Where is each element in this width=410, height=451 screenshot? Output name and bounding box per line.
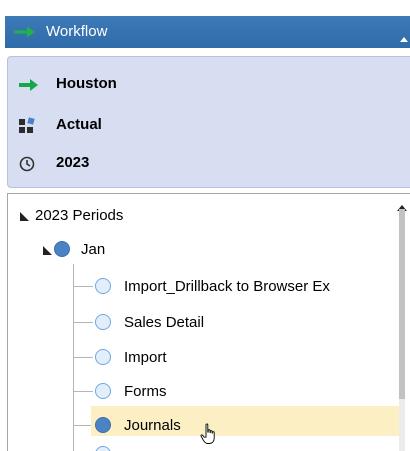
tree-step-node[interactable]: Import xyxy=(93,344,393,370)
tree-step-label: Forms xyxy=(124,383,167,400)
pov-scenario-label: Actual xyxy=(56,116,102,133)
tree-connector xyxy=(73,357,93,358)
tree-step-node-selected[interactable]: Journals xyxy=(93,412,393,438)
workflow-title: Workflow xyxy=(46,23,108,40)
status-filled-icon xyxy=(54,241,70,257)
collapse-arrow-icon[interactable] xyxy=(400,29,408,47)
pov-entity[interactable]: Houston xyxy=(8,73,208,97)
tree-period-node[interactable]: Jan xyxy=(8,236,308,262)
pov-panel: Houston Actual 2023 xyxy=(7,56,410,188)
tree-period-label: Jan xyxy=(81,241,106,258)
tree-step-node[interactable]: Import_Drillback to Browser Ex xyxy=(93,273,393,299)
hand-pointer-cursor-icon xyxy=(200,423,218,450)
tree-connector xyxy=(73,425,93,426)
pov-entity-label: Houston xyxy=(56,75,117,92)
expanded-triangle-icon[interactable] xyxy=(20,212,29,221)
status-empty-icon xyxy=(95,314,111,330)
green-arrow-icon xyxy=(13,25,37,44)
tree-connector xyxy=(73,391,93,392)
status-empty-icon xyxy=(95,278,111,294)
pov-time-label: 2023 xyxy=(56,154,90,171)
status-filled-icon xyxy=(95,417,111,433)
pov-time[interactable]: 2023 xyxy=(8,152,208,176)
tree-step-node[interactable]: Forms xyxy=(93,378,393,404)
workflow-tree: 2023 Periods Jan Import_Drillback to Bro… xyxy=(7,193,410,451)
tree-step-label: Journals xyxy=(124,417,181,434)
status-empty-icon xyxy=(95,349,111,365)
tree-connector xyxy=(73,322,93,323)
tree-step-node[interactable]: Sales Detail xyxy=(93,309,393,335)
workflow-header[interactable]: Workflow xyxy=(5,16,410,48)
scenario-blocks-icon xyxy=(18,117,36,135)
status-empty-icon xyxy=(95,383,111,399)
scrollbar-thumb[interactable] xyxy=(399,209,405,399)
status-empty-icon xyxy=(95,446,111,451)
green-arrow-icon xyxy=(18,76,38,94)
tree-step-label: Import_Drillback to Browser Ex xyxy=(124,278,330,295)
pov-scenario[interactable]: Actual xyxy=(8,114,208,138)
expanded-triangle-icon[interactable] xyxy=(43,246,52,255)
tree-step-label: Sales Detail xyxy=(124,314,205,331)
tree-root-node[interactable]: 2023 Periods xyxy=(8,202,308,228)
tree-step-label: Import xyxy=(124,349,167,366)
tree-root-label: 2023 Periods xyxy=(35,207,124,224)
clock-icon xyxy=(18,155,36,173)
tree-connector xyxy=(73,286,93,287)
